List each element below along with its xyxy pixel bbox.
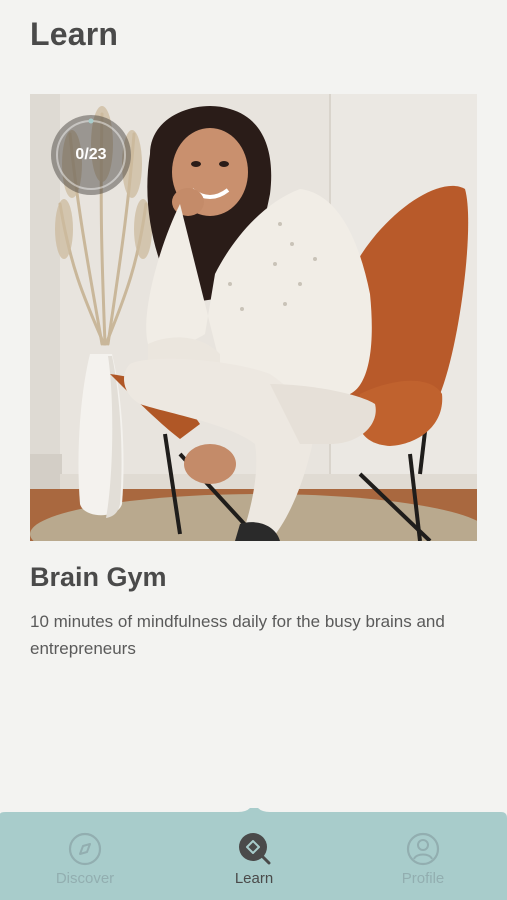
page-title: Learn — [30, 16, 119, 52]
course-title[interactable]: Brain Gym — [30, 562, 167, 593]
tab-discover[interactable]: Discover — [25, 832, 145, 892]
learn-screen: Learn 0/23 Brain Gym 10 minutes of mindf… — [0, 0, 507, 900]
tab-profile[interactable]: Profile — [363, 832, 483, 892]
bottom-tab-bar: Discover Learn Profile — [0, 808, 507, 900]
progress-ring: 0/23 — [50, 114, 132, 196]
compass-icon — [68, 832, 102, 866]
user-icon — [406, 832, 440, 866]
tab-learn[interactable]: Learn — [194, 832, 314, 892]
tab-discover-label: Discover — [55, 870, 115, 887]
course-description: 10 minutes of mindfulness daily for the … — [30, 612, 445, 658]
tab-profile-label: Profile — [401, 870, 445, 887]
learn-search-icon — [237, 832, 271, 866]
course-cover-image[interactable]: 0/23 — [30, 94, 477, 541]
course-card[interactable]: 0/23 Brain Gym 10 minutes of mindfulness… — [30, 94, 477, 664]
tab-learn-label: Learn — [234, 870, 274, 887]
progress-counter: 0/23 — [75, 146, 107, 163]
